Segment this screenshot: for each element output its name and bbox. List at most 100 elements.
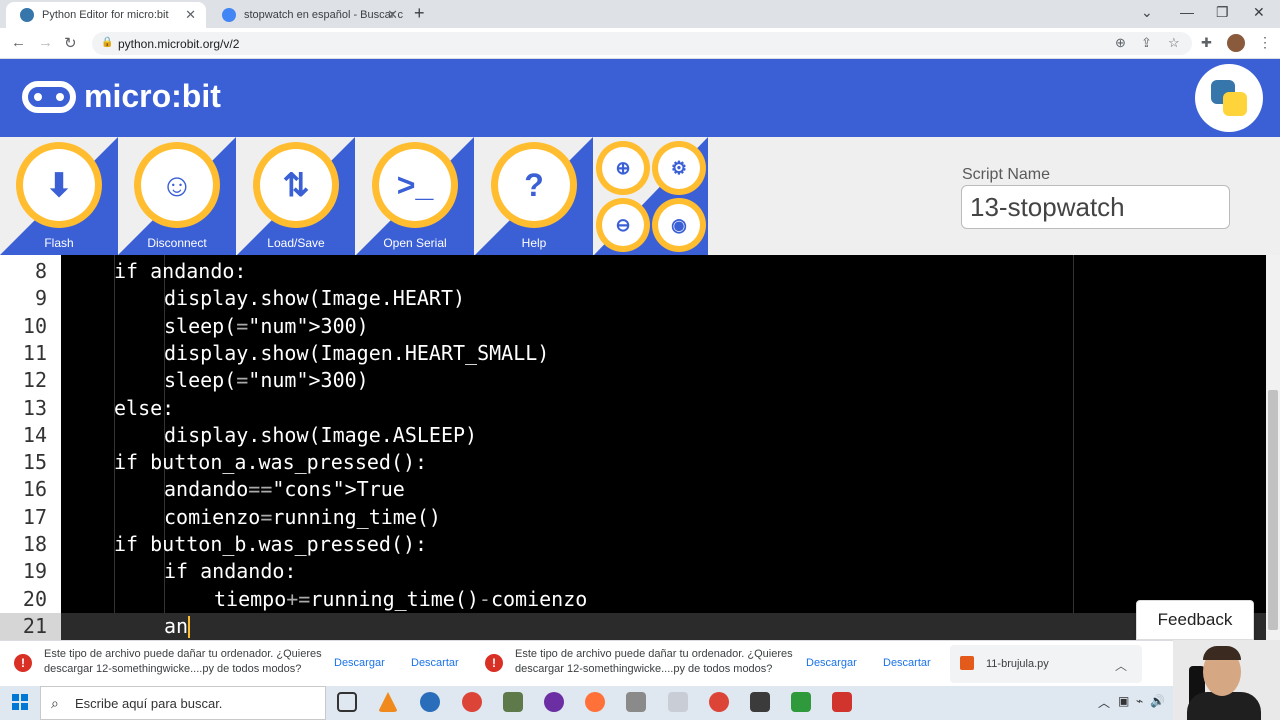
close-tab-icon[interactable]: ✕: [185, 7, 196, 23]
window-close-icon[interactable]: ✕: [1253, 4, 1265, 21]
zoom-icon[interactable]: ⊕: [1115, 35, 1126, 51]
app-icon[interactable]: [626, 692, 646, 712]
address-bar[interactable]: 🔒 python.microbit.org/v/2: [92, 32, 1192, 55]
back-icon[interactable]: ←: [11, 34, 26, 51]
settings-button[interactable]: ⚙: [652, 141, 706, 195]
code-line[interactable]: 17 comienzo=running_time(): [0, 504, 1266, 531]
code-line[interactable]: 20 tiempo+=running_time()-comienzo: [0, 586, 1266, 613]
minimize-icon[interactable]: —: [1180, 4, 1194, 20]
taskbar-search[interactable]: ⌕ Escribe aquí para buscar.: [40, 686, 326, 720]
volume-icon[interactable]: 🔊: [1150, 694, 1165, 708]
feedback-button[interactable]: Feedback: [1136, 600, 1254, 640]
tray-icon[interactable]: ▣: [1118, 694, 1129, 708]
tab-google-search[interactable]: stopwatch en español - Buscar c ✕: [208, 2, 408, 28]
code-line[interactable]: 18 if button_b.was_pressed():: [0, 531, 1266, 558]
firefox-icon[interactable]: [585, 692, 605, 712]
code-line[interactable]: 14 display.show(Image.ASLEEP): [0, 422, 1266, 449]
tray-chevron-icon[interactable]: ︿: [1098, 694, 1110, 711]
code-text: sleep(="num">300): [164, 313, 369, 338]
code-line[interactable]: 13 else:: [0, 395, 1266, 422]
extensions-icon[interactable]: ✚: [1201, 35, 1212, 51]
line-number: 19: [22, 559, 47, 584]
sublime-icon[interactable]: [750, 692, 770, 712]
code-line[interactable]: 8 if andando:: [0, 258, 1266, 285]
code-text: tiempo+=running_time()-comienzo: [214, 586, 588, 611]
tab-search-icon[interactable]: ⌄: [1141, 4, 1153, 21]
maximize-icon[interactable]: ❐: [1216, 4, 1229, 21]
profile-avatar[interactable]: [1227, 34, 1245, 52]
download-warning-text: Este tipo de archivo puede dañar tu orde…: [515, 648, 793, 675]
code-text: if andando:: [114, 259, 247, 283]
code-text: sleep(="num">300): [164, 368, 369, 393]
browser-tab-bar: Python Editor for micro:bit ✕ stopwatch …: [0, 0, 1280, 28]
disconnect-button[interactable]: ☺ Disconnect: [118, 137, 236, 255]
new-tab-icon[interactable]: +: [414, 3, 425, 24]
chrome-active-icon[interactable]: [709, 692, 729, 712]
code-line[interactable]: 21 an: [0, 613, 1266, 640]
flash-button[interactable]: ⬇ Flash: [0, 137, 118, 255]
tab-python-editor[interactable]: Python Editor for micro:bit ✕: [6, 2, 206, 28]
disconnect-label: Disconnect: [147, 236, 207, 250]
script-name-label: Script Name: [962, 166, 1051, 183]
line-number: 14: [22, 422, 47, 447]
zoom-in-icon: ⊕: [602, 147, 644, 189]
lock-icon: 🔒: [101, 37, 114, 48]
globe-icon: ◉: [658, 204, 700, 246]
microbit-logo-icon: [22, 80, 76, 113]
line-number: 11: [22, 340, 47, 365]
windows-start-icon[interactable]: [12, 694, 28, 710]
bookmark-star-icon[interactable]: ☆: [1168, 35, 1180, 51]
zoom-out-button[interactable]: ⊖: [596, 198, 650, 252]
keep-download-button[interactable]: Descargar: [806, 657, 857, 669]
download-icon: ⬇: [23, 149, 95, 221]
code-text: display.show(Image.ASLEEP): [164, 422, 478, 447]
app-icon[interactable]: [544, 692, 564, 712]
download-item[interactable]: 11-brujula.py: [950, 645, 1142, 683]
settings-icon: ⚙: [658, 147, 700, 189]
chrome-icon[interactable]: [462, 692, 482, 712]
discard-download-button[interactable]: Descartar: [411, 657, 459, 669]
app-icon[interactable]: [791, 692, 811, 712]
app-icon[interactable]: [668, 692, 688, 712]
script-name-input[interactable]: 13-stopwatch: [961, 185, 1230, 229]
microbit-logo: micro:bit: [22, 78, 221, 115]
line-number: 17: [22, 504, 47, 529]
download-warning-text: Este tipo de archivo puede dañar tu orde…: [44, 648, 322, 675]
task-view-icon[interactable]: [337, 692, 357, 712]
taskbar-search-placeholder: Escribe aquí para buscar.: [75, 695, 223, 711]
code-line[interactable]: 9 display.show(Image.HEART): [0, 285, 1266, 312]
network-icon[interactable]: ⌁: [1136, 694, 1143, 708]
app-icon[interactable]: [832, 692, 852, 712]
forward-icon[interactable]: →: [38, 34, 53, 51]
help-button[interactable]: ? Help: [475, 137, 593, 255]
code-line[interactable]: 12 sleep(="num">300): [0, 367, 1266, 394]
code-line[interactable]: 19 if andando:: [0, 558, 1266, 585]
code-text: display.show(Imagen.HEART_SMALL): [164, 340, 550, 365]
code-line[interactable]: 11 display.show(Imagen.HEART_SMALL): [0, 340, 1266, 367]
load-save-button[interactable]: ⇅ Load/Save: [237, 137, 355, 255]
browser-menu-icon[interactable]: ⋮: [1258, 34, 1272, 51]
code-line[interactable]: 10 sleep(="num">300): [0, 313, 1266, 340]
code-line[interactable]: 15 if button_a.was_pressed():: [0, 449, 1266, 476]
code-line[interactable]: 16 andando=="cons">True: [0, 476, 1266, 503]
download-filename: 11-brujula.py: [986, 658, 1049, 670]
open-serial-button[interactable]: >_ Open Serial: [356, 137, 474, 255]
game-icon[interactable]: [503, 692, 523, 712]
discard-download-button[interactable]: Descartar: [883, 657, 931, 669]
language-button[interactable]: ◉: [652, 198, 706, 252]
line-number: 13: [22, 395, 47, 420]
zoom-in-button[interactable]: ⊕: [596, 141, 650, 195]
code-text: else:: [114, 395, 175, 420]
chevron-up-icon[interactable]: ︿: [1115, 657, 1127, 674]
reload-icon[interactable]: ↻: [64, 34, 77, 52]
keep-download-button[interactable]: Descargar: [334, 657, 385, 669]
line-number: 12: [22, 368, 47, 393]
code-text: comienzo=running_time(): [164, 504, 441, 529]
line-number: 15: [22, 450, 47, 475]
editor-scroll-thumb[interactable]: [1268, 390, 1278, 630]
app-icon[interactable]: [420, 692, 440, 712]
close-tab-icon[interactable]: ✕: [387, 7, 398, 23]
share-icon[interactable]: ⇪: [1141, 35, 1152, 51]
code-text: an: [164, 613, 191, 639]
code-text: if andando:: [164, 559, 297, 584]
